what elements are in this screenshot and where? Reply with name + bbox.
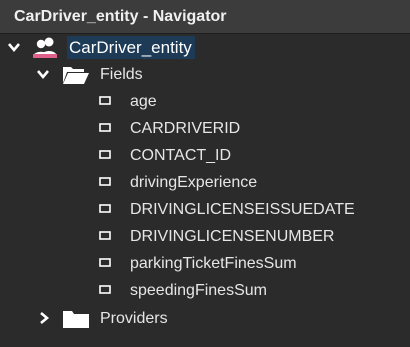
navigator-panel: CarDriver_entity - Navigator CarDriver_e… <box>0 0 410 347</box>
field-icon <box>99 204 111 213</box>
tree-node-providers[interactable]: Providers <box>0 305 410 332</box>
field-item[interactable]: CARDRIVERID <box>0 115 410 142</box>
field-label[interactable]: CONTACT_ID <box>130 146 231 166</box>
field-item[interactable]: DRIVINGLICENSENUMBER <box>0 223 410 250</box>
folder-icon <box>63 311 89 328</box>
providers-label[interactable]: Providers <box>100 309 168 329</box>
field-icon <box>99 177 111 186</box>
field-label[interactable]: DRIVINGLICENSENUMBER <box>130 227 334 247</box>
field-item[interactable]: parkingTicketFinesSum <box>0 250 410 277</box>
field-item[interactable]: DRIVINGLICENSEISSUEDATE <box>0 196 410 223</box>
field-label[interactable]: DRIVINGLICENSEISSUEDATE <box>130 200 355 220</box>
field-label[interactable]: age <box>130 92 157 112</box>
field-icon <box>99 285 111 294</box>
open-folder-icon <box>63 67 89 84</box>
field-icon <box>99 96 111 105</box>
root-label[interactable]: CarDriver_entity <box>67 36 195 59</box>
field-item[interactable]: age <box>0 88 410 115</box>
chevron-right-icon[interactable] <box>37 311 51 325</box>
users-icon <box>33 37 57 58</box>
chevron-down-icon[interactable] <box>7 40 21 54</box>
field-label[interactable]: parkingTicketFinesSum <box>130 254 297 274</box>
field-label[interactable]: drivingExperience <box>130 173 257 193</box>
chevron-down-icon[interactable] <box>36 67 50 81</box>
field-label[interactable]: speedingFinesSum <box>130 281 267 301</box>
field-icon <box>99 123 111 132</box>
tree-node-fields[interactable]: Fields <box>0 61 410 88</box>
field-item[interactable]: CONTACT_ID <box>0 142 410 169</box>
tree-node-root[interactable]: CarDriver_entity <box>0 34 410 61</box>
fields-label[interactable]: Fields <box>100 65 143 85</box>
navigator-tree: CarDriver_entity Fields age CARDRIVERID … <box>0 34 410 347</box>
field-item[interactable]: speedingFinesSum <box>0 277 410 304</box>
field-icon <box>99 258 111 267</box>
field-icon <box>99 150 111 159</box>
field-item[interactable]: drivingExperience <box>0 169 410 196</box>
field-icon <box>99 231 111 240</box>
panel-title: CarDriver_entity - Navigator <box>0 0 410 34</box>
field-label[interactable]: CARDRIVERID <box>130 119 240 139</box>
